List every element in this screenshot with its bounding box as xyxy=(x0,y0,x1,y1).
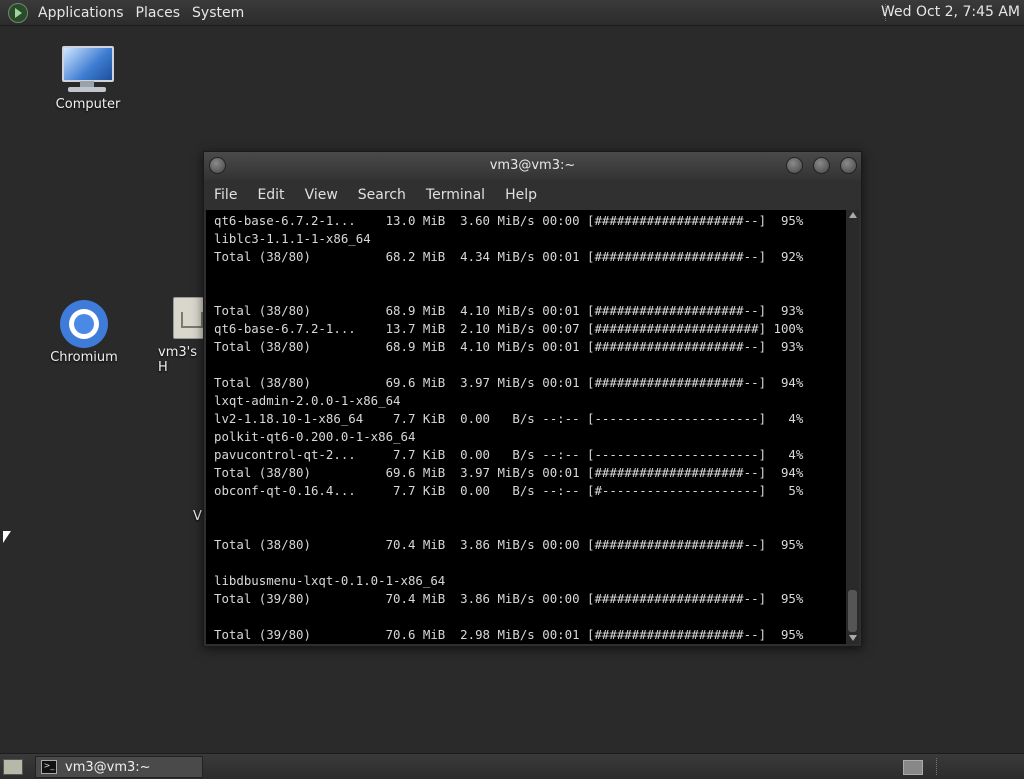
menu-file[interactable]: File xyxy=(204,187,247,203)
show-desktop-icon[interactable] xyxy=(3,759,23,775)
window-title: vm3@vm3:~ xyxy=(489,158,576,173)
chromium-label[interactable]: Chromium xyxy=(44,350,124,365)
computer-icon[interactable] xyxy=(62,46,114,94)
menu-edit[interactable]: Edit xyxy=(247,187,294,203)
maximize-icon[interactable] xyxy=(813,157,830,174)
home-folder-icon[interactable] xyxy=(173,297,207,339)
terminal-scrollbar[interactable] xyxy=(846,210,859,644)
terminal-text: qt6-base-6.7.2-1... 13.0 MiB 3.60 MiB/s … xyxy=(214,213,804,642)
terminal-icon: >_ xyxy=(41,760,57,774)
workspace-switcher-icon[interactable] xyxy=(903,760,923,775)
menu-applications[interactable]: Applications xyxy=(32,5,130,21)
mouse-pointer-icon xyxy=(3,531,11,543)
computer-label[interactable]: Computer xyxy=(52,97,124,112)
top-panel: Applications Places System Wed Oct 2, 7:… xyxy=(0,0,1024,26)
applications-logo-icon[interactable] xyxy=(8,2,28,23)
terminal-output[interactable]: qt6-base-6.7.2-1... 13.0 MiB 3.60 MiB/s … xyxy=(206,210,846,644)
chromium-icon[interactable] xyxy=(60,300,108,348)
menu-terminal[interactable]: Terminal xyxy=(416,187,495,203)
menu-places[interactable]: Places xyxy=(130,5,187,21)
bottom-panel: >_ vm3@vm3:~ xyxy=(0,753,1024,779)
clock[interactable]: Wed Oct 2, 7:45 AM xyxy=(881,4,1020,20)
terminal-menubar: File Edit View Search Terminal Help xyxy=(204,180,861,210)
window-titlebar[interactable]: vm3@vm3:~ xyxy=(204,152,861,180)
tray-separator xyxy=(936,758,937,775)
desktop-partial-label: V xyxy=(193,509,202,524)
close-icon[interactable] xyxy=(840,157,857,174)
home-folder-label[interactable]: vm3's H xyxy=(158,345,208,375)
taskbar-item-terminal[interactable]: >_ vm3@vm3:~ xyxy=(35,756,203,778)
terminal-window: vm3@vm3:~ File Edit View Search Terminal… xyxy=(203,151,862,647)
scroll-down-icon[interactable] xyxy=(849,635,857,641)
minimize-icon[interactable] xyxy=(786,157,803,174)
menu-help[interactable]: Help xyxy=(495,187,547,203)
scroll-thumb[interactable] xyxy=(848,590,857,632)
menu-view[interactable]: View xyxy=(295,187,348,203)
menu-search[interactable]: Search xyxy=(348,187,416,203)
scroll-up-icon[interactable] xyxy=(849,212,857,218)
menu-system[interactable]: System xyxy=(186,5,250,21)
taskbar-item-label: vm3@vm3:~ xyxy=(65,759,151,775)
